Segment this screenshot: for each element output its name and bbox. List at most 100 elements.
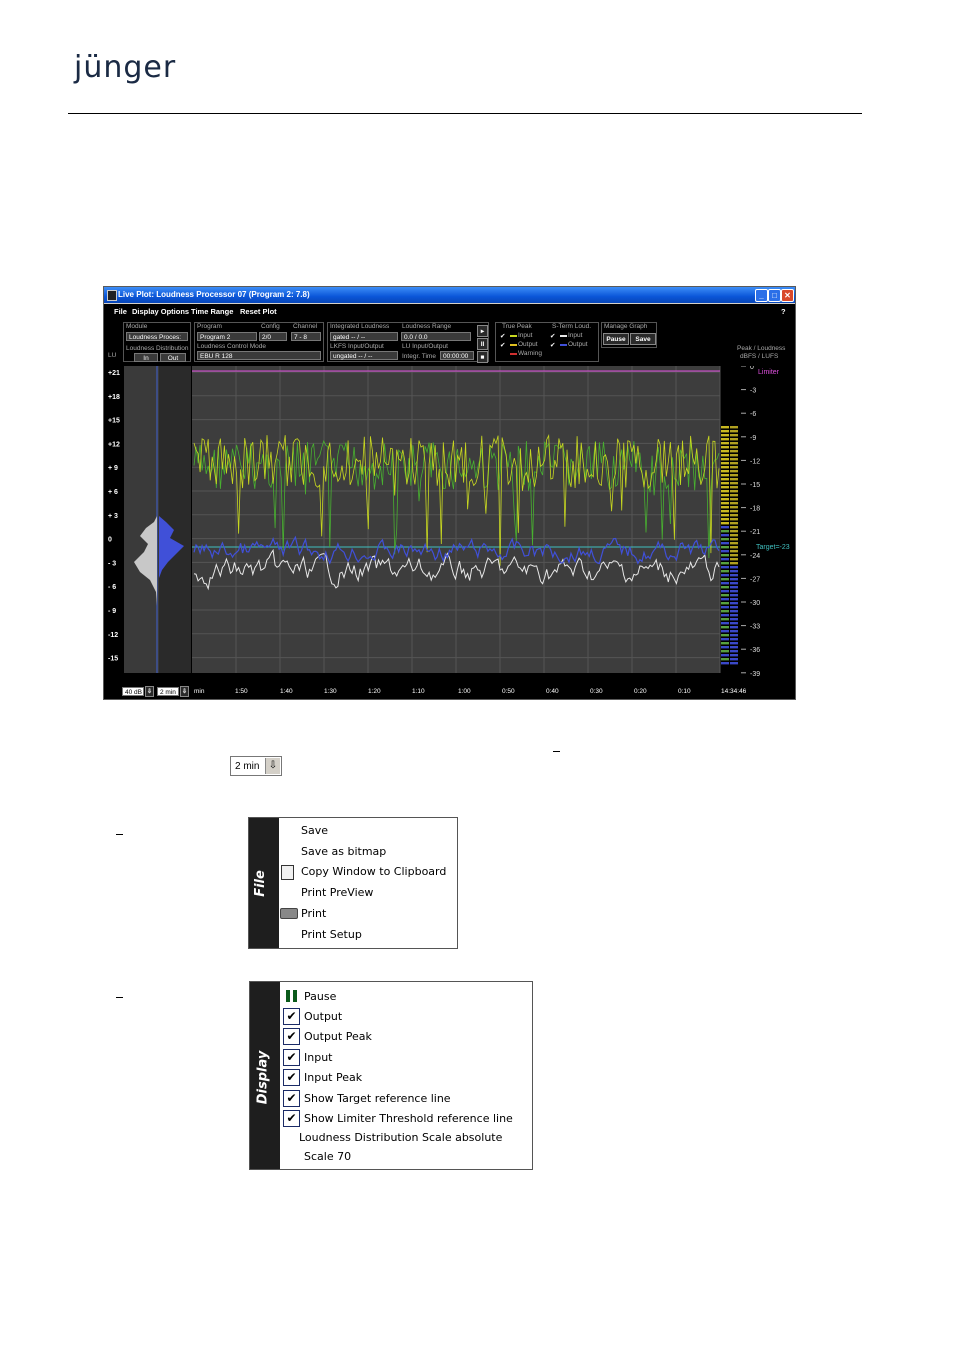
minimize-icon[interactable]: _ <box>755 289 768 302</box>
time-tick: 0:20 <box>634 688 647 695</box>
menu-item-save-bitmap[interactable]: Save as bitmap <box>301 845 386 858</box>
meter-segment <box>721 498 729 501</box>
meter-segment <box>730 486 738 489</box>
checkmark-icon[interactable]: ✔ <box>283 1049 300 1066</box>
menu-item-output-peak[interactable]: Output Peak <box>304 1030 372 1043</box>
meter-segment <box>730 522 738 525</box>
manage-graph-group: Manage Graph Pause Save <box>601 322 657 348</box>
display-menu: Display Pause ✔ Output ✔ Output Peak ✔ I… <box>249 981 533 1170</box>
menu-item-print-preview[interactable]: Print PreView <box>301 886 373 899</box>
dbfs-tick-label: -33 <box>750 624 760 631</box>
time-range-control-sample[interactable]: 2 min ⇩ <box>230 756 282 776</box>
meter-segment <box>730 490 738 493</box>
program-label: Program <box>197 323 222 330</box>
menu-item-copy-clipboard[interactable]: Copy Window to Clipboard <box>301 865 446 878</box>
meter-segment <box>730 538 738 541</box>
right-axis-title: Peak / Loudness <box>737 345 786 352</box>
meter-segment <box>721 430 729 433</box>
menu-item-input[interactable]: Input <box>304 1051 332 1064</box>
stop-icon[interactable]: ■ <box>477 351 488 363</box>
menu-item-pause[interactable]: Pause <box>304 990 336 1003</box>
pause-button[interactable]: Pause <box>603 333 629 345</box>
meter-segment <box>730 466 738 469</box>
time-arrow-icon[interactable]: ⇩ <box>180 686 189 697</box>
menu-item-print-setup[interactable]: Print Setup <box>301 928 362 941</box>
integr-time-value: 00:00:00 <box>440 351 474 360</box>
meter-segment <box>721 622 729 625</box>
meter-segment <box>721 534 729 537</box>
tp-input-check[interactable]: ✔ <box>500 332 505 340</box>
meter-segment <box>721 614 729 617</box>
module-select[interactable]: Loudness Proces: <box>126 332 188 341</box>
save-button[interactable]: Save <box>630 333 656 345</box>
meter-segment <box>721 530 729 533</box>
menu-time-range[interactable]: Time Range <box>191 307 233 316</box>
menu-reset-plot[interactable]: Reset Plot <box>240 307 277 316</box>
meter-segment <box>730 442 738 445</box>
lu-tick-label: - 9 <box>108 608 116 615</box>
meter-segment <box>721 450 729 453</box>
meter-segment <box>721 446 729 449</box>
pause-icon[interactable]: II <box>477 338 488 350</box>
menu-file[interactable]: File <box>114 307 127 316</box>
lkfs-value: ungated -- / -- <box>330 351 398 360</box>
checkmark-icon[interactable]: ✔ <box>283 1008 300 1025</box>
meter-segment <box>730 626 738 629</box>
tp-output-check[interactable]: ✔ <box>500 341 505 349</box>
st-input-swatch <box>560 335 567 337</box>
st-input-check[interactable]: ✔ <box>550 332 555 340</box>
checkmark-icon[interactable]: ✔ <box>283 1090 300 1107</box>
integrated-label: Integrated Loudness <box>330 323 390 330</box>
meter-segment <box>721 610 729 613</box>
meter-segment <box>721 618 729 621</box>
meter-segment <box>730 562 738 565</box>
menu-item-output[interactable]: Output <box>304 1010 342 1023</box>
menu-item-input-peak[interactable]: Input Peak <box>304 1071 362 1084</box>
scale-arrow-icon[interactable]: ⇩ <box>145 686 154 697</box>
menu-display-options[interactable]: Display Options <box>132 307 189 316</box>
time-select[interactable]: 2 min <box>157 687 179 696</box>
dbfs-tick-label: -9 <box>750 435 756 442</box>
meter-segment <box>730 614 738 617</box>
menu-item-scale-70[interactable]: Scale 70 <box>304 1150 351 1163</box>
down-arrow-icon[interactable]: ⇩ <box>265 758 280 774</box>
st-output-check[interactable]: ✔ <box>550 341 555 349</box>
meter-segment <box>721 442 729 445</box>
meter-segment <box>730 502 738 505</box>
menu-item-distribution-scale[interactable]: Loudness Distribution Scale absolute <box>299 1131 502 1144</box>
scale-select[interactable]: 40 dB <box>122 687 144 696</box>
help-menu[interactable]: ? <box>781 307 786 316</box>
play-icon[interactable]: ▸ <box>477 325 488 337</box>
integrated-value: gated -- / -- <box>330 332 398 341</box>
title-bar[interactable]: Live Plot: Loudness Processor 07 (Progra… <box>104 287 795 303</box>
window-title: Live Plot: Loudness Processor 07 (Progra… <box>118 290 310 299</box>
close-icon[interactable]: ✕ <box>781 289 794 302</box>
meter-segment <box>730 634 738 637</box>
checkmark-icon[interactable]: ✔ <box>283 1069 300 1086</box>
file-menu: File Save Save as bitmap Copy Window to … <box>248 817 458 949</box>
meter-segment <box>721 594 729 597</box>
maximize-icon[interactable]: □ <box>768 289 781 302</box>
meter-segment <box>721 466 729 469</box>
meter-segment <box>730 578 738 581</box>
menu-item-print[interactable]: Print <box>301 907 326 920</box>
underline-mark <box>116 997 123 998</box>
meter-segment <box>721 458 729 461</box>
meter-segment <box>730 630 738 633</box>
meter-legend-group: True Peak ✔ Input ✔ Output Warning S-Ter… <box>495 322 599 362</box>
st-input-label: Input <box>568 332 583 339</box>
menu-item-target-line[interactable]: Show Target reference line <box>304 1092 451 1105</box>
meter-segment <box>730 638 738 641</box>
channel-value: 7 - 8 <box>291 332 321 341</box>
time-tick: 1:50 <box>235 688 248 695</box>
menu-item-limiter-line[interactable]: Show Limiter Threshold reference line <box>304 1112 513 1125</box>
menu-item-save[interactable]: Save <box>301 824 328 837</box>
checkmark-icon[interactable]: ✔ <box>283 1028 300 1045</box>
meter-segment <box>730 462 738 465</box>
program-select[interactable]: Program 2 <box>197 332 257 341</box>
time-tick: 0:50 <box>502 688 515 695</box>
time-tick: 1:20 <box>368 688 381 695</box>
checkmark-icon[interactable]: ✔ <box>283 1110 300 1127</box>
control-mode-value: EBU R 128 <box>197 351 321 360</box>
time-tick: 0:10 <box>678 688 691 695</box>
